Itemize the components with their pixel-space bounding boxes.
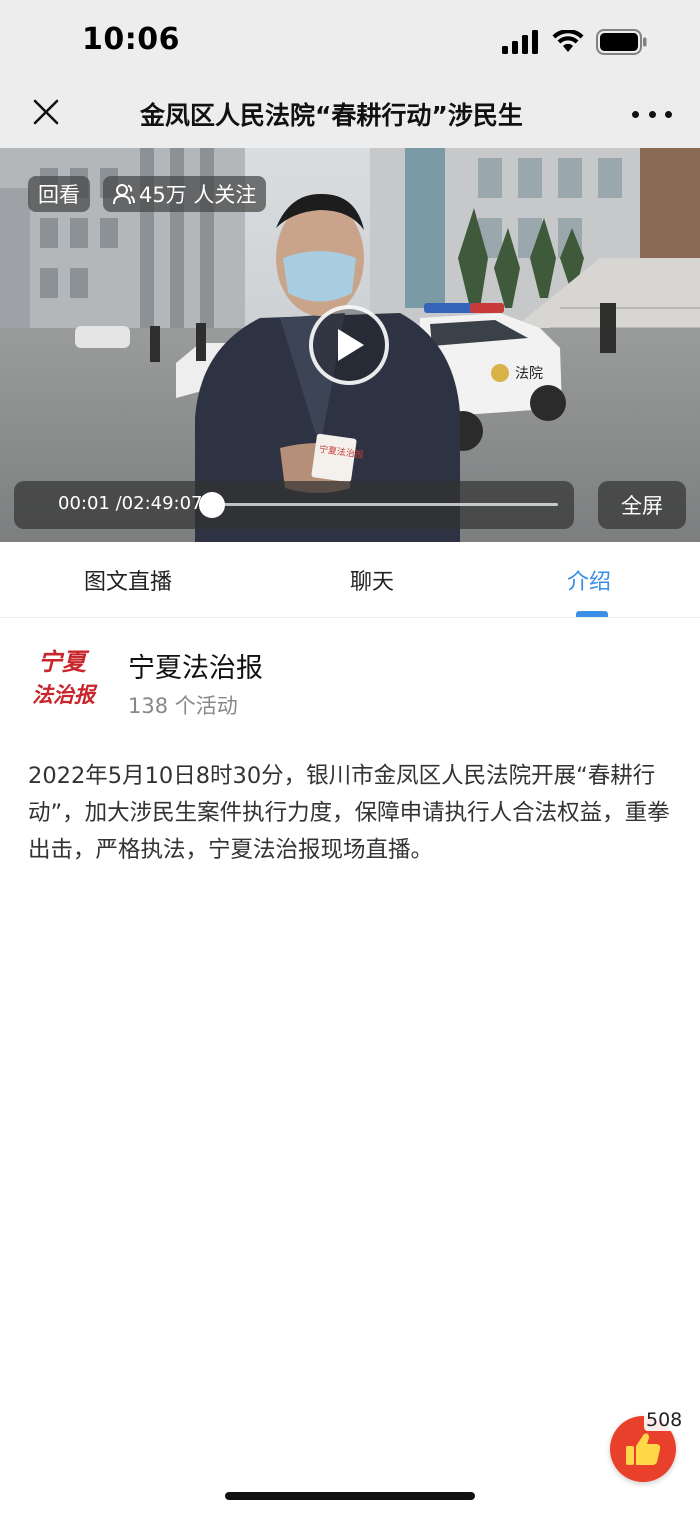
home-indicator <box>225 1492 475 1500</box>
progress-time: 00:01 /02:49:07 <box>58 493 203 514</box>
status-icons <box>502 28 648 56</box>
car-label: 法院 <box>515 365 543 381</box>
progress-thumb[interactable] <box>199 492 226 518</box>
tab-bar: 图文直播 聊天 介绍 <box>0 542 700 618</box>
viewers-count: 45万 人关注 <box>139 183 257 207</box>
fullscreen-button[interactable]: 全屏 <box>598 481 686 529</box>
thumbs-up-icon <box>626 1433 661 1465</box>
close-icon <box>33 99 59 125</box>
publisher-name[interactable]: 宁夏法治报 <box>128 646 263 685</box>
nav-bar: 金凤区人民法院“春耕行动”涉民生 <box>0 82 700 148</box>
tab-live-text[interactable]: 图文直播 <box>84 564 172 596</box>
page-title: 金凤区人民法院“春耕行动”涉民生 <box>140 101 523 130</box>
publisher-logo[interactable]: 宁夏 法治报 <box>32 644 108 710</box>
svg-text:宁夏: 宁夏 <box>38 647 90 676</box>
more-icon-dot <box>665 110 672 118</box>
activity-count: 138 个活动 <box>128 694 238 718</box>
tab-active-indicator <box>576 611 608 617</box>
more-icon-dot <box>648 110 656 118</box>
replay-badge: 回看 <box>28 176 90 212</box>
person-icon <box>113 184 135 205</box>
status-time: 10:06 <box>82 22 180 57</box>
status-bar: 10:06 <box>0 0 700 82</box>
close-button[interactable] <box>28 94 64 130</box>
signal-icon <box>502 30 538 54</box>
play-icon <box>338 329 364 361</box>
publisher-card[interactable]: 宁夏 法治报 宁夏法治报 138 个活动 <box>0 620 700 730</box>
tab-chat[interactable]: 聊天 <box>350 564 394 596</box>
play-button[interactable] <box>309 305 389 385</box>
event-description: 2022年5月10日8时30分，银川市金凤区人民法院开展“春耕行动”，加大涉民生… <box>28 763 670 863</box>
video-player[interactable]: 法院 宁夏法治报 回看 45万 人关注 00:01 /02:49:07 全屏 <box>0 148 700 542</box>
video-controls: 00:01 /02:49:07 <box>14 481 574 529</box>
more-icon <box>632 110 639 118</box>
viewers-badge: 45万 人关注 <box>103 176 267 212</box>
title-fade <box>520 92 580 132</box>
battery-icon <box>596 29 647 55</box>
like-count: 508 <box>644 1409 685 1431</box>
svg-text:法治报: 法治报 <box>32 682 98 707</box>
more-button[interactable] <box>632 102 672 126</box>
wifi-icon <box>552 30 584 52</box>
tab-intro[interactable]: 介绍 <box>567 564 611 596</box>
progress-bar[interactable] <box>199 492 558 518</box>
